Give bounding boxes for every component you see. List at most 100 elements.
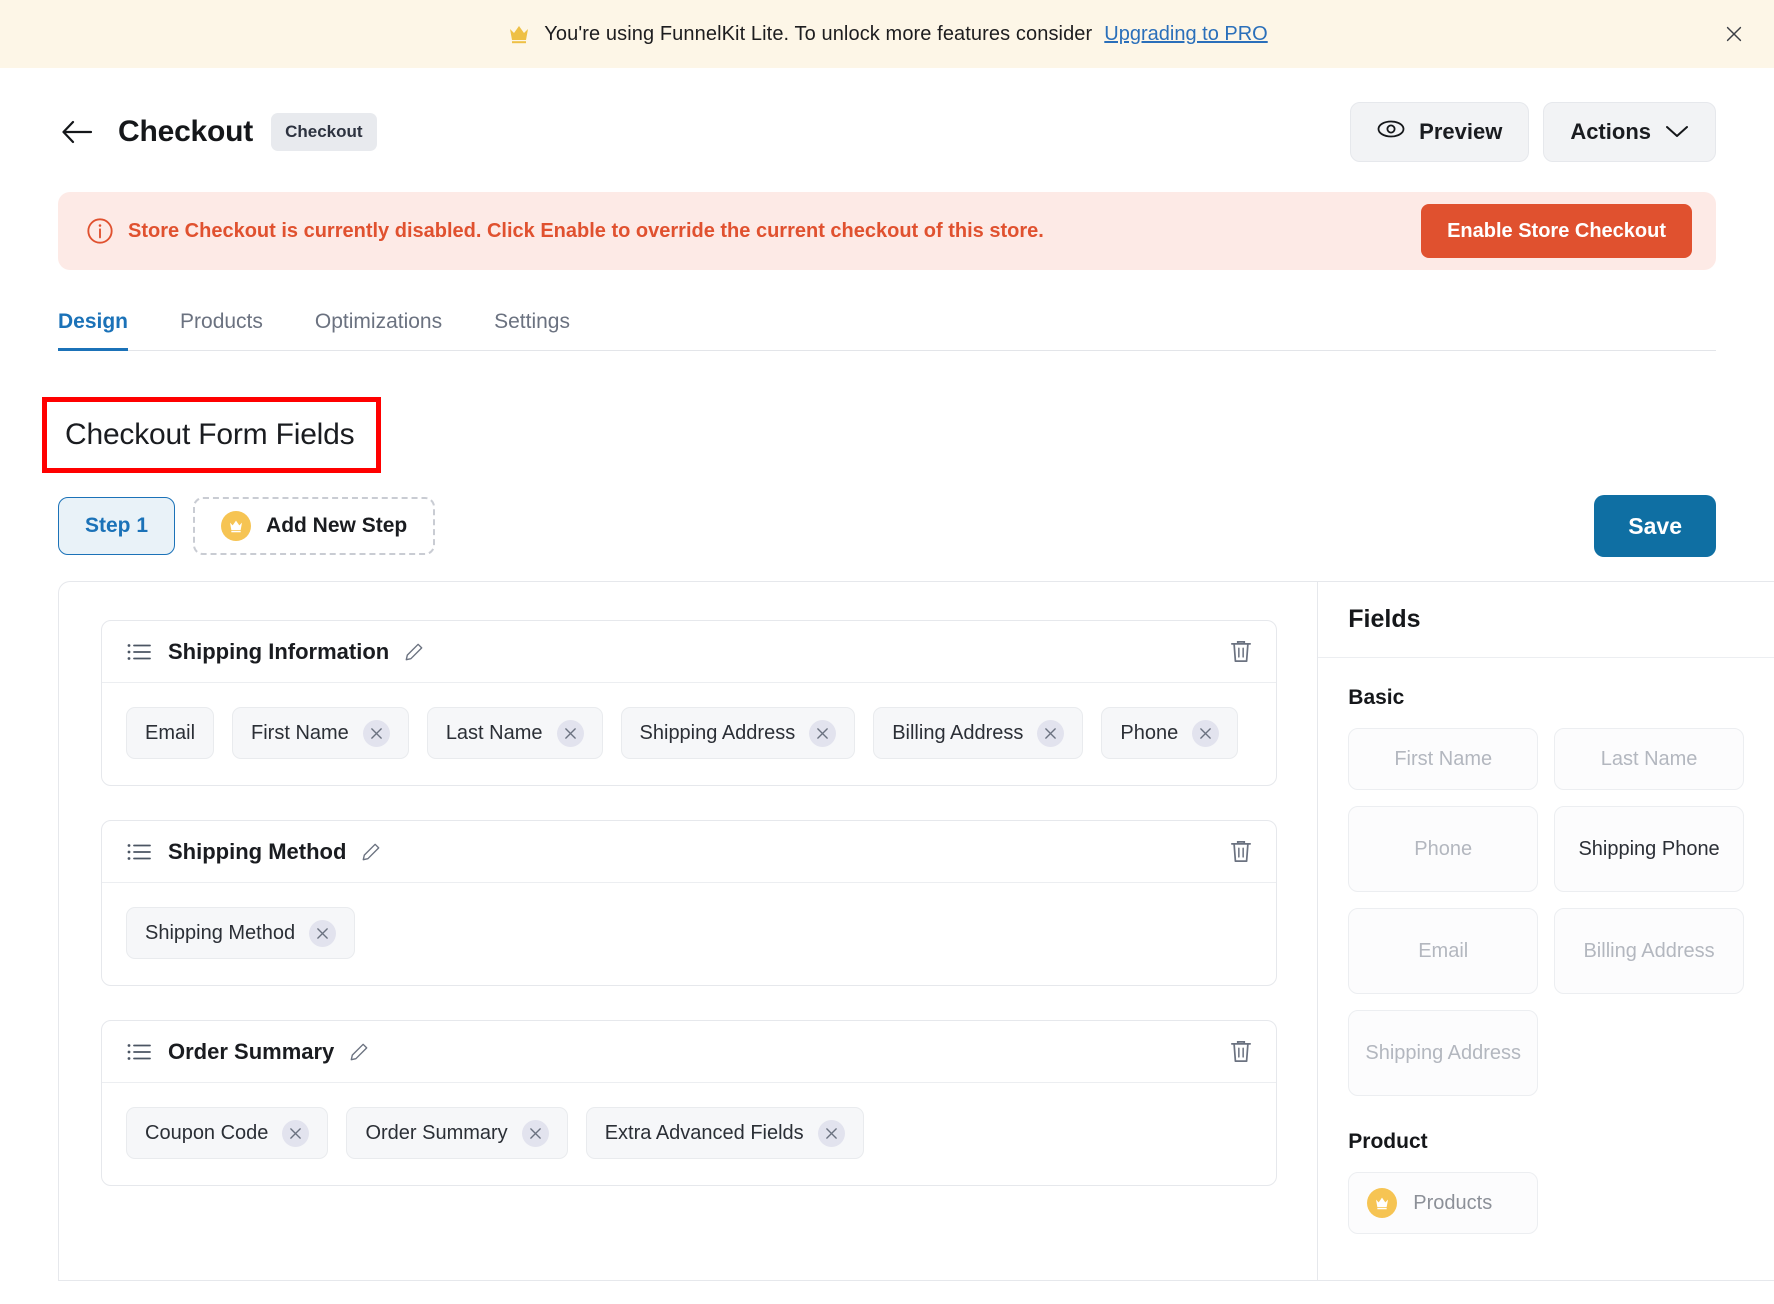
section-shipping-method: Shipping Method Shipping Method (101, 820, 1278, 986)
remove-chip-icon[interactable] (556, 719, 584, 747)
field-chip[interactable]: Shipping Method (126, 907, 356, 959)
field-tile-last-name[interactable]: Last Name (1554, 728, 1744, 790)
fields-panel-header: Fields (1318, 582, 1774, 658)
field-tile-email[interactable]: Email (1348, 908, 1539, 994)
field-tile-phone[interactable]: Phone (1348, 806, 1539, 892)
field-group-label-product: Product (1348, 1130, 1428, 1153)
add-new-step-label: Add New Step (266, 514, 408, 537)
field-tile-billing-address[interactable]: Billing Address (1554, 908, 1744, 994)
chip-label: Extra Advanced Fields (604, 1121, 804, 1144)
pencil-icon[interactable] (403, 641, 425, 663)
field-chip[interactable]: Order Summary (346, 1107, 568, 1159)
remove-chip-icon[interactable] (309, 919, 337, 947)
remove-chip-icon[interactable] (1037, 719, 1065, 747)
step-1-tab[interactable]: Step 1 (58, 497, 176, 555)
field-tile-shipping-address[interactable]: Shipping Address (1348, 1010, 1539, 1096)
chip-label: Phone (1120, 721, 1179, 744)
info-circle-icon (86, 217, 114, 245)
pencil-icon[interactable] (348, 1041, 370, 1063)
annotation-box: Checkout Form Fields (42, 397, 382, 473)
tab-settings[interactable]: Settings (468, 310, 596, 350)
tab-design[interactable]: Design (58, 310, 154, 351)
store-checkout-notice: Store Checkout is currently disabled. Cl… (58, 192, 1716, 270)
chip-label: Shipping Method (145, 921, 296, 944)
remove-chip-icon[interactable] (1192, 719, 1220, 747)
crown-icon (506, 22, 532, 46)
pencil-icon[interactable] (360, 841, 382, 863)
upgrade-link[interactable]: Upgrading to PRO (1104, 23, 1267, 46)
form-builder: Shipping Information Email First Name La… (58, 581, 1774, 1281)
chip-label: Order Summary (365, 1121, 508, 1144)
field-chip[interactable]: First Name (232, 707, 409, 759)
section-title: Shipping Method (168, 838, 347, 864)
field-group-label-basic: Basic (1348, 686, 1405, 709)
field-group-basic: First Name Last Name Phone Shipping Phon… (1348, 728, 1744, 1096)
remove-chip-icon[interactable] (282, 1119, 310, 1147)
section-chips: Email First Name Last Name Shipping Addr… (102, 683, 1276, 785)
crown-icon (221, 511, 252, 541)
field-tile-first-name[interactable]: First Name (1348, 728, 1539, 790)
field-chip[interactable]: Billing Address (873, 707, 1084, 759)
remove-chip-icon[interactable] (362, 719, 390, 747)
builder-canvas: Shipping Information Email First Name La… (59, 582, 1319, 1280)
remove-chip-icon[interactable] (809, 719, 837, 747)
fields-panel-body: Basic First Name Last Name Phone Shippin… (1318, 658, 1774, 1234)
chip-label: Billing Address (892, 721, 1024, 744)
field-group-product: Products (1348, 1172, 1744, 1234)
preview-button[interactable]: Preview (1350, 102, 1530, 162)
remove-chip-icon[interactable] (817, 1119, 845, 1147)
field-chip[interactable]: Phone (1101, 707, 1239, 759)
section-header: Shipping Method (102, 821, 1277, 883)
page-title: Checkout (118, 115, 254, 148)
close-icon[interactable] (1720, 20, 1748, 48)
promo-banner: You're using FunnelKit Lite. To unlock m… (0, 0, 1774, 68)
section-title: Order Summary (168, 1038, 335, 1064)
section-shipping-information: Shipping Information Email First Name La… (101, 620, 1278, 786)
section-order-summary: Order Summary Coupon Code Order Summary (101, 1020, 1278, 1186)
add-new-step-button[interactable]: Add New Step (193, 497, 436, 555)
list-drag-icon[interactable] (126, 642, 152, 662)
chevron-down-icon (1665, 119, 1689, 145)
enable-store-checkout-button[interactable]: Enable Store Checkout (1421, 204, 1692, 258)
field-chip[interactable]: Extra Advanced Fields (585, 1107, 864, 1159)
field-chip[interactable]: Shipping Address (620, 707, 856, 759)
section-chips: Coupon Code Order Summary Extra Advanced… (102, 1083, 1276, 1185)
field-chip[interactable]: Email (126, 707, 215, 759)
preview-label: Preview (1419, 119, 1503, 144)
trash-icon[interactable] (1228, 638, 1254, 666)
tab-bar: Design Products Optimizations Settings (58, 310, 1716, 351)
section-title: Shipping Information (168, 638, 390, 664)
eye-icon (1377, 119, 1405, 145)
field-chip[interactable]: Last Name (426, 707, 603, 759)
chip-label: First Name (251, 721, 349, 744)
list-drag-icon[interactable] (126, 1042, 152, 1062)
notice-message: Store Checkout is currently disabled. Cl… (128, 219, 1044, 242)
chip-label: Coupon Code (145, 1121, 269, 1144)
fields-panel: Fields Basic First Name Last Name Phone … (1318, 582, 1774, 1280)
save-button[interactable]: Save (1594, 495, 1716, 557)
tab-optimizations[interactable]: Optimizations (289, 310, 468, 350)
crown-icon (1367, 1188, 1398, 1218)
header-actions: Preview Actions (1350, 102, 1716, 162)
remove-chip-icon[interactable] (521, 1119, 549, 1147)
chip-label: Last Name (445, 721, 543, 744)
trash-icon[interactable] (1228, 1038, 1254, 1066)
field-chip[interactable]: Coupon Code (126, 1107, 329, 1159)
list-drag-icon[interactable] (126, 842, 152, 862)
fields-panel-title: Fields (1348, 605, 1421, 633)
trash-icon[interactable] (1228, 838, 1254, 866)
chip-label: Email (145, 721, 196, 744)
section-header: Order Summary (102, 1021, 1277, 1083)
actions-button[interactable]: Actions (1543, 102, 1716, 162)
page-header: Checkout Checkout Preview Actions (0, 68, 1774, 168)
actions-label: Actions (1570, 119, 1651, 144)
promo-message: You're using FunnelKit Lite. To unlock m… (544, 22, 1093, 45)
arrow-left-icon[interactable] (58, 113, 96, 151)
section-header: Shipping Information (102, 621, 1277, 683)
section-chips: Shipping Method (102, 883, 1276, 985)
tab-products[interactable]: Products (154, 310, 289, 350)
field-tile-shipping-phone[interactable]: Shipping Phone (1554, 806, 1744, 892)
checkout-form-fields-heading: Checkout Form Fields (65, 418, 355, 451)
page-type-chip: Checkout (271, 113, 377, 151)
field-tile-products[interactable]: Products (1348, 1172, 1539, 1234)
